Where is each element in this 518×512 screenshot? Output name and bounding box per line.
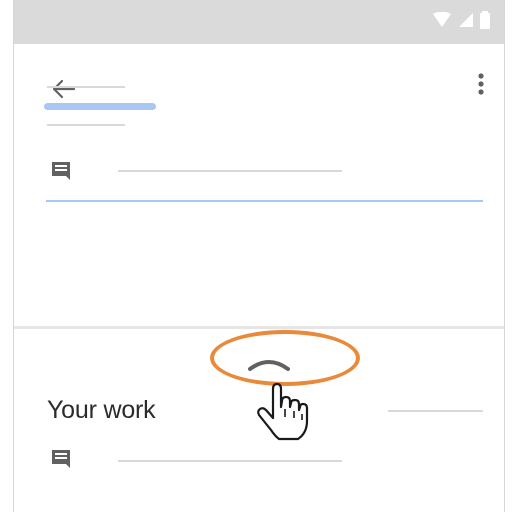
cell-signal-icon — [459, 13, 473, 27]
status-icons — [432, 11, 490, 29]
arrow-left-icon[interactable] — [50, 78, 76, 100]
phone-screen: Your work — [13, 0, 505, 512]
more-vert-icon[interactable] — [474, 70, 488, 102]
title-placeholder-line — [47, 86, 125, 88]
sheet-title: Your work — [47, 396, 156, 424]
subtitle-placeholder-line — [47, 124, 125, 126]
comment-icon — [52, 450, 70, 468]
comment-input-underline[interactable] — [46, 200, 483, 202]
comment-icon — [52, 162, 70, 180]
highlight-oval — [210, 330, 360, 386]
wifi-icon — [433, 12, 451, 27]
status-bar — [14, 0, 504, 44]
sheet-status-placeholder-line — [388, 410, 483, 412]
assignment-title-placeholder — [44, 103, 156, 110]
class-comment-placeholder-line — [118, 170, 342, 172]
hand-pointer-icon — [257, 382, 309, 441]
private-comment-placeholder-line — [118, 460, 342, 462]
battery-icon — [480, 11, 490, 29]
